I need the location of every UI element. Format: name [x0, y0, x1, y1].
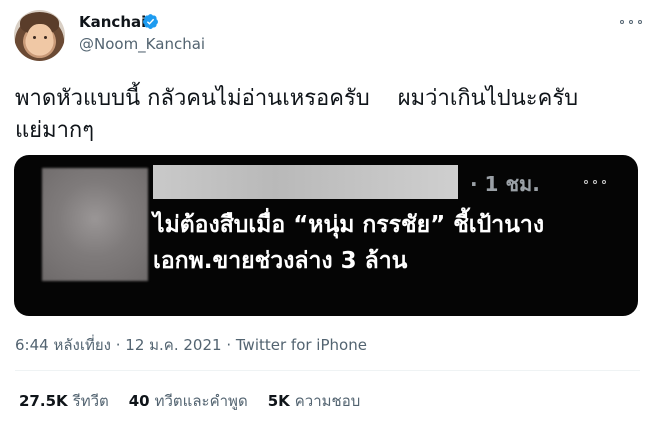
- meta-separator: ·: [110, 336, 126, 354]
- more-options-icon[interactable]: [620, 12, 642, 32]
- tweet-date[interactable]: 12 ม.ค. 2021: [125, 335, 221, 355]
- card-headline: ไม่ต้องสืบเมื่อ “หนุ่ม กรรชัย” ชี้เป้านา…: [153, 212, 545, 274]
- author-handle[interactable]: @Noom_Kanchai: [79, 34, 205, 54]
- stat-value: 40: [128, 392, 150, 410]
- avatar-face: [27, 24, 53, 54]
- stat-label: ความชอบ: [294, 392, 361, 410]
- avatar-eye: [44, 36, 47, 39]
- author-display-name[interactable]: Kanchai: [79, 12, 146, 32]
- stat-label: รีทวีต: [72, 392, 109, 410]
- embedded-image-card[interactable]: · 1 ชม. ไม่ต้องสืบเมื่อ “หนุ่ม กรรชัย” ช…: [14, 155, 638, 316]
- tweet-source[interactable]: Twitter for iPhone: [236, 335, 367, 355]
- tweet-text: พาดหัวแบบนี้ กลัวคนไม่อ่านเหรอครับ ผมว่า…: [15, 86, 579, 143]
- card-time: · 1 ชม.: [470, 172, 540, 196]
- stat-label: ทวีตและคำพูด: [154, 392, 248, 410]
- tweet-timestamp[interactable]: 6:44 หลังเที่ยง: [15, 335, 111, 355]
- tweet-stats: 27.5K รีทวีต 40 ทวีตและคำพูด 5K ความชอบ: [19, 391, 380, 411]
- stat-quotes[interactable]: 40 ทวีตและคำพูด: [129, 391, 248, 411]
- divider: [15, 370, 640, 371]
- meta-separator: ·: [221, 336, 236, 354]
- card-more-icon: [584, 179, 606, 185]
- blurred-name: [153, 165, 458, 199]
- avatar-eye: [33, 36, 36, 39]
- blurred-avatar: [42, 168, 148, 281]
- stat-retweets[interactable]: 27.5K รีทวีต: [19, 391, 109, 411]
- stat-value: 5K: [267, 392, 290, 410]
- verified-badge-icon: [143, 14, 158, 29]
- author-avatar[interactable]: [14, 10, 65, 61]
- stat-value: 27.5K: [19, 392, 68, 410]
- tweet-meta: 6:44 หลังเที่ยง · 12 ม.ค. 2021 · Twitter…: [15, 335, 367, 355]
- stat-likes[interactable]: 5K ความชอบ: [268, 391, 361, 411]
